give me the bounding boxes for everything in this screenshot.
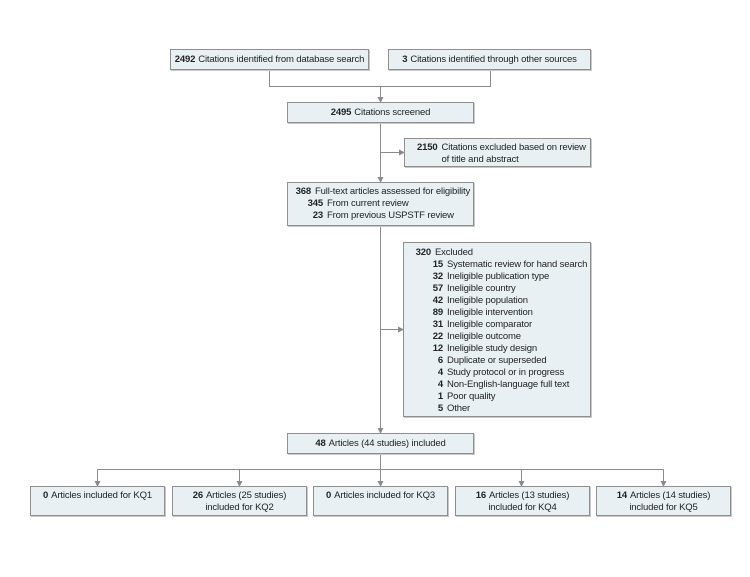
exclusion-reason-row: 57 Ineligible country — [413, 283, 590, 295]
exclusion-reason-label: Ineligible population — [447, 295, 528, 306]
excluded-total-row: 320 Excluded — [415, 247, 473, 258]
exclusion-reason-label: Ineligible outcome — [447, 331, 521, 342]
exclusion-reason-row: 31 Ineligible comparator — [413, 319, 590, 331]
exclusion-reason-row: 42 Ineligible population — [413, 295, 590, 307]
database-search-box: 2492 Citations identified from database s… — [170, 49, 369, 70]
kq3-box: 0 Articles included for KQ3 — [313, 486, 448, 516]
exclusion-reason-count: 1 — [437, 391, 443, 402]
kq5-box: 14 Articles (14 studies) included for KQ5 — [596, 486, 731, 516]
exclusion-reason-label: Ineligible country — [447, 283, 516, 294]
excluded-title-abstract-box: 2150 Citations excluded based on review … — [404, 138, 591, 167]
connector-other — [380, 69, 491, 87]
exclusion-reason-row: 4 Non-English-language full text — [413, 379, 590, 391]
exclusion-reason-count: 57 — [432, 283, 443, 294]
exclusion-reason-label: Duplicate or superseded — [447, 355, 547, 366]
exclusion-reason-row: 15 Systematic review for hand search — [413, 259, 590, 271]
fulltext-sub-row: 23 From previous USPSTF review — [312, 210, 454, 221]
connector-db — [269, 69, 381, 87]
citations-screened-box: 2495 Citations screened — [287, 102, 474, 123]
exclusion-reason-count: 6 — [437, 355, 443, 366]
exclusion-reason-count: 31 — [432, 319, 443, 330]
exclusion-reason-label: Ineligible comparator — [447, 319, 533, 330]
exclusion-reason-count: 5 — [437, 403, 443, 414]
exclusion-reasons-list: 15 Systematic review for hand search 32 Ine… — [413, 259, 590, 415]
exclusion-reason-label: Poor quality — [447, 391, 496, 402]
exclusion-reason-row: 12 Ineligible study design — [413, 343, 590, 355]
exclusion-reason-count: 4 — [437, 367, 443, 378]
exclusion-reason-row: 32 Ineligible publication type — [413, 271, 590, 283]
exclusion-reason-row: 5 Other — [413, 403, 590, 415]
exclusion-reason-row: 89 Ineligible intervention — [413, 307, 590, 319]
fulltext-assessed-box: 368 Full-text articles assessed for elig… — [287, 182, 474, 226]
exclusion-reason-count: 89 — [432, 307, 443, 318]
exclusion-reason-row: 4 Study protocol or in progress — [413, 367, 590, 379]
fulltext-sub-row: 345 From current review — [307, 198, 409, 209]
exclusion-reason-label: Systematic review for hand search — [447, 259, 588, 270]
articles-included-box: 48 Articles (44 studies) included — [287, 433, 474, 454]
kq1-box: 0 Articles included for KQ1 — [30, 486, 165, 516]
exclusion-reason-count: 15 — [432, 259, 443, 270]
exclusion-reason-count: 42 — [432, 295, 443, 306]
exclusion-reason-count: 12 — [432, 343, 443, 354]
exclusion-reason-label: Other — [447, 403, 471, 414]
exclusion-reason-count: 32 — [432, 271, 443, 282]
exclusion-reason-label: Ineligible intervention — [447, 307, 533, 318]
exclusion-reason-label: Ineligible study design — [447, 343, 538, 354]
exclusion-reason-count: 22 — [432, 331, 443, 342]
other-sources-box: 3 Citations identified through other sour… — [388, 49, 591, 70]
exclusion-reason-row: 1 Poor quality — [413, 391, 590, 403]
excluded-fulltext-box: 320 Excluded 15 Systematic review for han… — [403, 242, 591, 417]
kq4-box: 16 Articles (13 studies) included for KQ4 — [455, 486, 590, 516]
exclusion-reason-count: 4 — [437, 379, 443, 390]
exclusion-reason-label: Ineligible publication type — [447, 271, 550, 282]
exclusion-reason-row: 22 Ineligible outcome — [413, 331, 590, 343]
exclusion-reason-label: Study protocol or in progress — [447, 367, 565, 378]
kq2-box: 26 Articles (25 studies) included for KQ2 — [172, 486, 307, 516]
exclusion-reason-label: Non-English-language full text — [447, 379, 570, 390]
fulltext-main-row: 368 Full-text articles assessed for elig… — [295, 186, 471, 197]
exclusion-reason-row: 6 Duplicate or superseded — [413, 355, 590, 367]
